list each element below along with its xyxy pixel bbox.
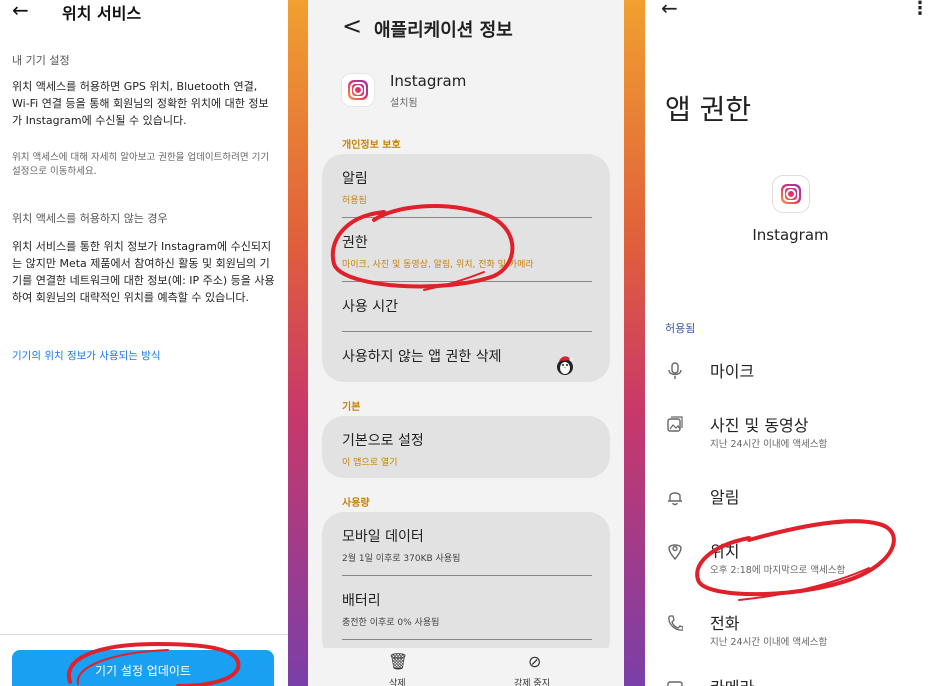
location-info-link[interactable]: 기기의 위치 정보가 사용되는 방식 <box>12 348 161 363</box>
list-item-usage-time[interactable]: 사용 시간 <box>342 296 592 316</box>
page-title: 앱 권한 <box>665 93 752 126</box>
permission-subtitle: 지난 24시간 이내에 액세스함 <box>710 439 828 450</box>
bell-icon <box>668 492 682 506</box>
item-subtitle: 마이크, 사진 및 동영상, 알림, 위치, 전화 및 카메라 <box>342 260 534 270</box>
list-item-battery[interactable]: 배터리 충전한 이후로 0% 사용됨 <box>342 590 592 628</box>
info-note: 위치 액세스에 대해 자세히 알아보고 권한을 업데이트하려면 기기 설정으로 … <box>12 152 270 177</box>
delete-button-label[interactable]: 삭제 <box>389 676 406 686</box>
permission-title: 사진 및 동영상 <box>710 416 809 435</box>
divider <box>342 575 592 576</box>
divider <box>342 281 592 282</box>
app-name: Instagram <box>752 226 829 244</box>
divider <box>342 639 592 640</box>
app-name: Instagram <box>390 72 467 90</box>
trash-icon[interactable]: 🗑 <box>388 652 408 671</box>
page-title: 애플리케이션 정보 <box>374 20 513 41</box>
force-stop-icon[interactable]: ⊘ <box>528 652 541 671</box>
section-heading: 내 기기 설정 <box>12 54 70 67</box>
item-title: 기본으로 설정 <box>342 433 424 449</box>
item-title: 배터리 <box>342 593 381 609</box>
penguin-mascot-icon <box>557 356 573 375</box>
photo-icon <box>667 416 683 432</box>
permission-title: 마이크 <box>710 362 755 381</box>
list-item-permissions[interactable]: 권한 마이크, 사진 및 동영상, 알림, 위치, 전화 및 카메라 <box>342 232 592 270</box>
back-arrow-icon[interactable]: ← <box>12 0 29 22</box>
privacy-card: 알림 허용됨 권한 마이크, 사진 및 동영상, 알림, 위치, 전화 및 카메… <box>322 154 610 382</box>
list-item-notifications[interactable]: 알림 허용됨 <box>342 168 592 206</box>
divider <box>0 634 288 635</box>
item-title: 모바일 데이터 <box>342 529 424 545</box>
description-text: 위치 서비스를 통한 위치 정보가 Instagram에 수신되지는 않지만 M… <box>12 240 275 304</box>
item-title: 권한 <box>342 235 368 251</box>
divider <box>342 217 592 218</box>
app-info-screen: < 애플리케이션 정보 Instagram 설치됨 개인정보 보호 알림 허용됨… <box>308 0 624 686</box>
item-subtitle: 2월 1일 이후로 370KB 사용됨 <box>342 554 461 564</box>
section-label-default: 기본 <box>342 402 361 413</box>
mic-icon <box>668 362 682 379</box>
description-text: 위치 액세스를 허용하면 GPS 위치, Bluetooth 연결, Wi-Fi… <box>12 80 269 127</box>
permission-title: 위치 <box>710 542 740 561</box>
list-item-remove-unused-permissions[interactable]: 사용하지 않는 앱 권한 삭제 <box>342 346 592 375</box>
section-label-usage: 사용량 <box>342 498 370 509</box>
permission-title: 알림 <box>710 488 740 507</box>
location-icon <box>668 544 682 560</box>
item-subtitle: 이 앱으로 열기 <box>342 458 398 468</box>
item-title: 사용 시간 <box>342 299 398 315</box>
item-subtitle: 충전한 이후로 0% 사용됨 <box>342 618 440 628</box>
instagram-app-icon <box>342 74 374 106</box>
permission-item-photos-videos[interactable]: 사진 및 동영상 지난 24시간 이내에 액세스함 <box>665 412 926 452</box>
bottom-action-bar: 🗑 삭제 ⊘ 강제 중지 <box>308 648 624 686</box>
page-title: 위치 서비스 <box>62 4 142 23</box>
permission-item-microphone[interactable]: 마이크 <box>665 358 926 398</box>
app-permissions-screen: ← ⋮ 앱 권한 Instagram 허용됨 마이크 사진 및 동영상 지난 2… <box>645 0 936 686</box>
list-item-set-default[interactable]: 기본으로 설정 이 앱으로 열기 <box>342 430 592 468</box>
back-arrow-icon[interactable]: ← <box>661 0 678 20</box>
item-subtitle: 허용됨 <box>342 196 367 206</box>
section-label-allowed: 허용됨 <box>665 322 696 335</box>
section-heading: 위치 액세스를 허용하지 않는 경우 <box>12 212 168 225</box>
section-label-privacy: 개인정보 보호 <box>342 140 401 151</box>
default-card: 기본으로 설정 이 앱으로 열기 <box>322 416 610 478</box>
permission-subtitle: 지난 24시간 이내에 액세스함 <box>710 637 828 648</box>
phone-icon <box>668 615 683 631</box>
permission-item-camera[interactable]: 카메라 <box>665 674 926 686</box>
update-device-settings-button[interactable]: 기기 설정 업데이트 <box>12 650 274 686</box>
permission-subtitle: 오후 2:18에 마지막으로 액세스함 <box>710 565 846 576</box>
instagram-app-icon <box>773 176 809 212</box>
item-title: 알림 <box>342 171 368 187</box>
permission-title: 전화 <box>710 614 740 633</box>
app-install-status: 설치됨 <box>390 98 418 109</box>
back-chevron-icon[interactable]: < <box>342 12 362 40</box>
permission-item-location[interactable]: 위치 오후 2:18에 마지막으로 액세스함 <box>665 538 926 578</box>
permission-item-phone[interactable]: 전화 지난 24시간 이내에 액세스함 <box>665 610 926 650</box>
permission-title: 카메라 <box>710 674 754 686</box>
permission-item-notifications[interactable]: 알림 <box>665 484 926 524</box>
usage-card: 모바일 데이터 2월 1일 이후로 370KB 사용됨 배터리 충전한 이후로 … <box>322 512 610 662</box>
location-services-screen: ← 위치 서비스 내 기기 설정 위치 액세스를 허용하면 GPS 위치, Bl… <box>0 0 288 686</box>
camera-icon <box>667 681 683 686</box>
more-options-icon[interactable]: ⋮ <box>911 0 929 19</box>
list-item-mobile-data[interactable]: 모바일 데이터 2월 1일 이후로 370KB 사용됨 <box>342 526 592 564</box>
divider <box>342 331 592 332</box>
force-stop-button-label[interactable]: 강제 중지 <box>514 676 550 686</box>
